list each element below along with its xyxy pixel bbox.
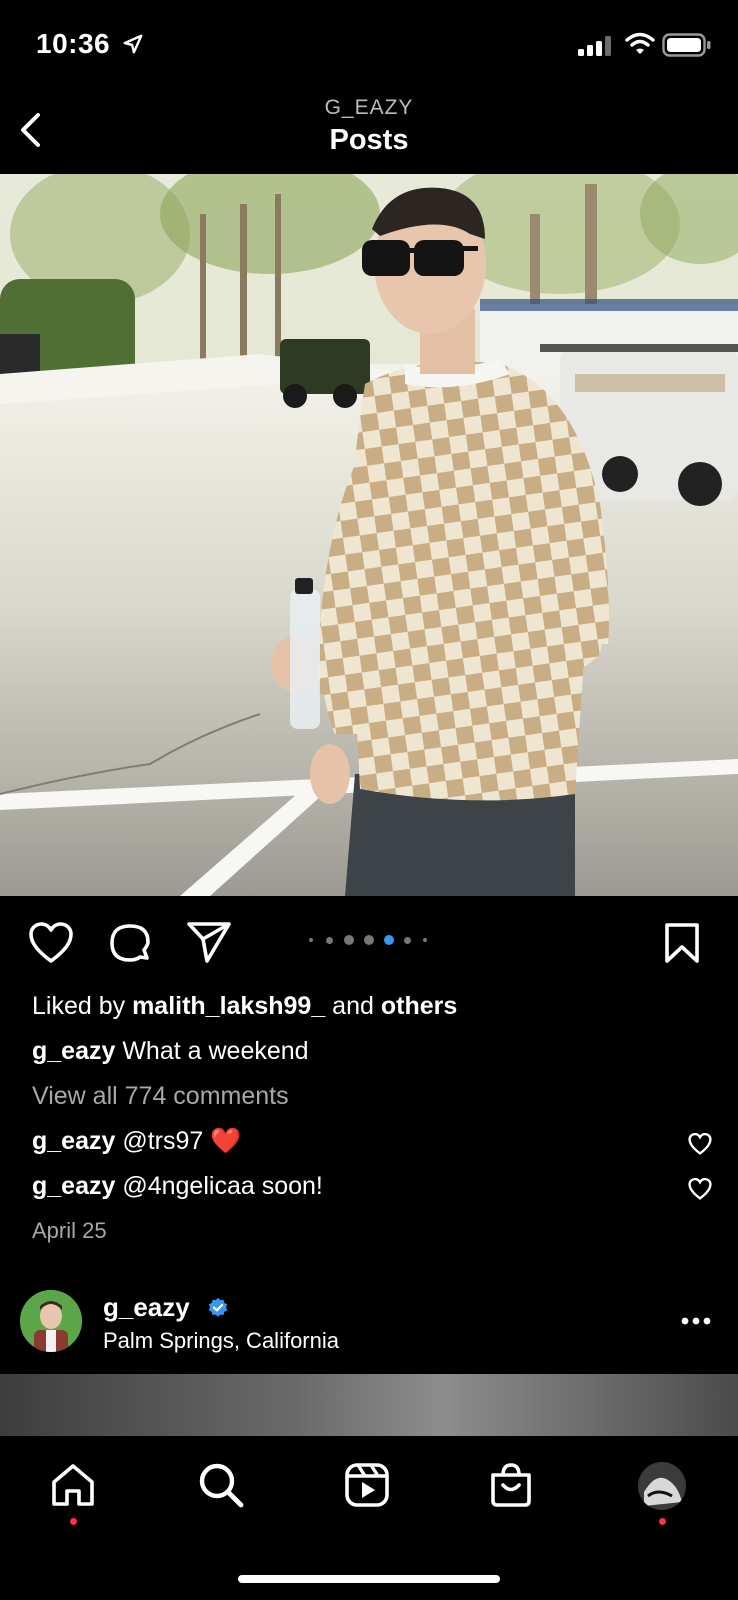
verified-badge-icon	[208, 1297, 228, 1317]
next-post-location[interactable]: Palm Springs, California	[103, 1328, 339, 1354]
battery-icon	[662, 33, 711, 57]
comment-bubble-icon[interactable]	[108, 922, 152, 966]
liked-by-others[interactable]: others	[381, 992, 457, 1020]
liked-by-line: Liked by malith_laksh99_ and others	[32, 992, 457, 1021]
next-post-username[interactable]: g_eazy	[103, 1292, 190, 1323]
more-options-icon[interactable]	[680, 1316, 712, 1326]
comment-text: @4ngelicaa soon!	[115, 1172, 323, 1200]
comment-username[interactable]: g_eazy	[32, 1127, 115, 1155]
caption-username[interactable]: g_eazy	[32, 1037, 115, 1065]
location-arrow-icon	[123, 34, 143, 54]
comment-like-heart-icon[interactable]	[688, 1178, 712, 1200]
comment-like-heart-icon[interactable]	[688, 1133, 712, 1155]
carousel-dot-active	[384, 935, 394, 945]
search-icon[interactable]	[198, 1462, 244, 1508]
carousel-indicator	[306, 935, 436, 947]
share-paper-plane-icon[interactable]	[186, 920, 232, 964]
status-bar: 10:36	[0, 0, 738, 90]
status-time: 10:36	[36, 28, 111, 59]
comment-username[interactable]: g_eazy	[32, 1172, 115, 1200]
header-username: G_EAZY	[324, 96, 414, 119]
caption-text: What a weekend	[115, 1037, 309, 1065]
like-heart-icon[interactable]	[28, 922, 74, 964]
home-notification-dot	[70, 1518, 77, 1525]
post-photo[interactable]	[0, 174, 738, 896]
shop-icon[interactable]	[488, 1462, 534, 1508]
cellular-signal-icon	[578, 36, 611, 56]
comment-text: @trs97	[115, 1127, 211, 1155]
comment-item: g_eazy @4ngelicaa soon!	[32, 1172, 323, 1201]
save-bookmark-icon[interactable]	[664, 922, 700, 964]
profile-avatar-tab[interactable]	[638, 1462, 686, 1510]
heart-emoji: ❤️	[210, 1127, 242, 1155]
home-icon[interactable]	[50, 1462, 96, 1508]
wifi-icon	[625, 32, 655, 54]
comment-item: g_eazy @trs97 ❤️	[32, 1127, 241, 1156]
view-all-comments-link[interactable]: View all 774 comments	[32, 1082, 289, 1111]
reels-icon[interactable]	[344, 1462, 390, 1508]
caption-line: g_eazy What a weekend	[32, 1037, 309, 1066]
page-title: Posts	[329, 124, 409, 156]
home-indicator	[238, 1575, 500, 1583]
liked-by-middle: and	[325, 992, 381, 1020]
profile-avatar-image	[638, 1462, 686, 1510]
avatar[interactable]	[20, 1290, 82, 1352]
next-post-photo-preview[interactable]	[0, 1374, 738, 1436]
liked-by-user[interactable]: malith_laksh99_	[132, 992, 325, 1020]
profile-notification-dot	[659, 1518, 666, 1525]
liked-by-prefix: Liked by	[32, 992, 133, 1020]
post-date: April 25	[32, 1218, 107, 1243]
